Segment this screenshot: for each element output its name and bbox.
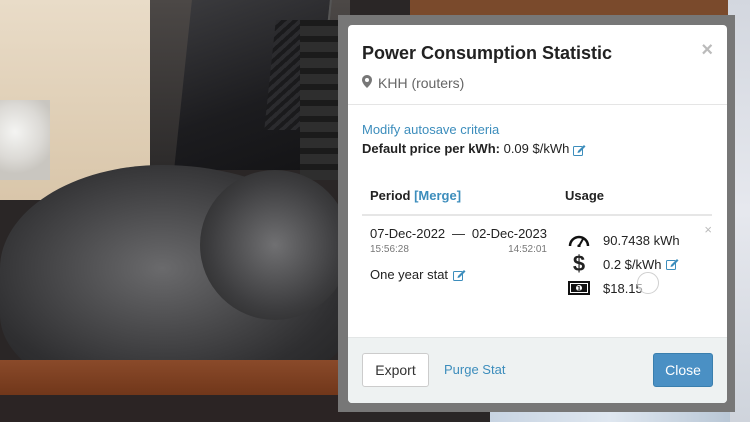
period-cell: 07-Dec-2022 — 02-Dec-2023 15:56:28 14:52… (362, 226, 555, 320)
banknote-icon: 1 (567, 281, 591, 295)
usage-header: Usage (565, 187, 605, 203)
dialog-header: Power Consumption Statistic KHH (routers… (348, 25, 727, 105)
speedometer-icon (567, 233, 591, 247)
cat-head (200, 170, 350, 320)
stat-name: One year stat (370, 267, 449, 282)
power-stat-dialog: Power Consumption Statistic KHH (routers… (348, 25, 727, 403)
modal-backdrop: Power Consumption Statistic KHH (routers… (338, 15, 735, 412)
stat-name-line: One year stat (370, 267, 555, 282)
remove-row-icon[interactable]: × (704, 222, 712, 237)
default-price-label: Default price per kWh: (362, 141, 500, 156)
end-time: 14:52:01 (508, 244, 547, 255)
merge-link[interactable]: [Merge] (414, 188, 461, 203)
purge-stat-link[interactable]: Purge Stat (444, 362, 505, 377)
close-icon[interactable]: × (701, 39, 713, 62)
edit-icon[interactable] (665, 258, 679, 270)
end-date: 02-Dec-2023 (471, 226, 547, 241)
price-value: 0.2 $/kWh (603, 256, 662, 272)
period-header: Period [Merge] (362, 188, 555, 203)
date-range: 07-Dec-2022 — 02-Dec-2023 (370, 226, 555, 241)
table-row: 07-Dec-2022 — 02-Dec-2023 15:56:28 14:52… (362, 216, 712, 320)
svg-text:1: 1 (577, 285, 581, 292)
power-plug (0, 100, 50, 180)
default-price-line: Default price per kWh: 0.09 $/kWh (362, 141, 713, 156)
usage-cell: 90.7438 kWh $ 0.2 $/kWh 1 $18.15 (555, 226, 680, 320)
table-header: Period [Merge] Usage (362, 176, 712, 216)
date-separator: — (452, 226, 465, 241)
period-label: Period (370, 187, 411, 203)
time-range: 15:56:28 14:52:01 (370, 244, 555, 255)
start-time: 15:56:28 (370, 244, 409, 255)
stats-table: Period [Merge] Usage 07-Dec-2022 — 02-De… (362, 176, 712, 320)
energy-line: 90.7438 kWh (567, 228, 680, 252)
dialog-body: Modify autosave criteria Default price p… (348, 105, 727, 320)
energy-value: 90.7438 kWh (603, 232, 680, 248)
wooden-shelf (0, 360, 345, 400)
device-name: KHH (routers) (378, 75, 465, 91)
export-button[interactable]: Export (362, 353, 429, 387)
background-top (410, 0, 750, 16)
default-price-value: 0.09 $/kWh (503, 141, 570, 156)
modify-autosave-link[interactable]: Modify autosave criteria (362, 122, 713, 137)
start-date: 07-Dec-2022 (370, 226, 446, 241)
device-subtitle: KHH (routers) (362, 75, 713, 91)
dialog-footer: Export Purge Stat Close (348, 337, 727, 403)
close-button[interactable]: Close (653, 353, 713, 387)
floor (0, 395, 360, 422)
edit-icon[interactable] (453, 269, 466, 281)
dialog-title: Power Consumption Statistic (362, 43, 613, 63)
price-line: $ 0.2 $/kWh (567, 251, 680, 276)
map-marker-icon (362, 75, 372, 91)
loading-spinner (637, 272, 659, 294)
cost-line: 1 $18.15 (567, 276, 680, 300)
edit-icon[interactable] (572, 144, 586, 156)
dollar-icon: $ (572, 251, 586, 276)
